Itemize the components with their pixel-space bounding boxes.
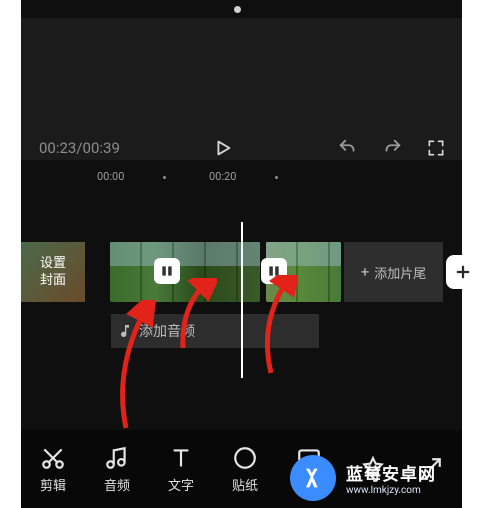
add-ending-label: 添加片尾 <box>374 263 426 282</box>
tool-label: 贴纸 <box>232 475 258 494</box>
music-note-icon <box>111 323 139 339</box>
status-bar <box>21 0 462 18</box>
transition-button[interactable] <box>261 258 287 284</box>
redo-icon[interactable] <box>378 134 406 162</box>
ruler-dot <box>163 176 166 179</box>
undo-icon[interactable] <box>334 134 362 162</box>
add-audio-button[interactable]: 添加音频 <box>111 314 319 348</box>
tool-audio[interactable]: 音频 <box>85 445 149 494</box>
watermark-logo-icon <box>290 455 336 501</box>
tool-label: 音频 <box>104 475 130 494</box>
ruler: 00:00 00:20 <box>21 168 462 190</box>
tool-label: 文字 <box>168 475 194 494</box>
tool-label: 剪辑 <box>40 475 66 494</box>
cover-label-1: 设置 <box>40 255 66 272</box>
watermark-title: 蓝莓安卓网 <box>346 460 436 485</box>
video-clip-1[interactable] <box>110 242 260 302</box>
add-ending-button[interactable]: + 添加片尾 <box>344 242 443 302</box>
transition-button[interactable] <box>154 258 180 284</box>
add-clip-button[interactable] <box>446 255 480 289</box>
status-dot <box>234 6 241 13</box>
watermark-url: www.lmkjzy.com <box>346 485 436 496</box>
playback-bar: 00:23/00:39 <box>21 128 462 168</box>
tool-cut[interactable]: 剪辑 <box>21 445 85 494</box>
ruler-dot <box>275 176 278 179</box>
set-cover-button[interactable]: 设置 封面 <box>21 242 85 302</box>
tool-sticker[interactable]: 贴纸 <box>213 445 277 494</box>
play-icon[interactable] <box>209 134 237 162</box>
tool-text[interactable]: 文字 <box>149 445 213 494</box>
cover-label-2: 封面 <box>40 272 66 289</box>
ruler-tick: 00:20 <box>209 170 236 183</box>
time-display: 00:23/00:39 <box>39 139 120 157</box>
fullscreen-icon[interactable] <box>422 134 450 162</box>
watermark-overlay: 蓝莓安卓网 www.lmkjzy.com <box>290 448 462 508</box>
playhead[interactable] <box>241 222 243 378</box>
plus-icon: + <box>361 263 370 281</box>
ruler-tick: 00:00 <box>97 170 124 183</box>
add-audio-label: 添加音频 <box>139 321 195 341</box>
